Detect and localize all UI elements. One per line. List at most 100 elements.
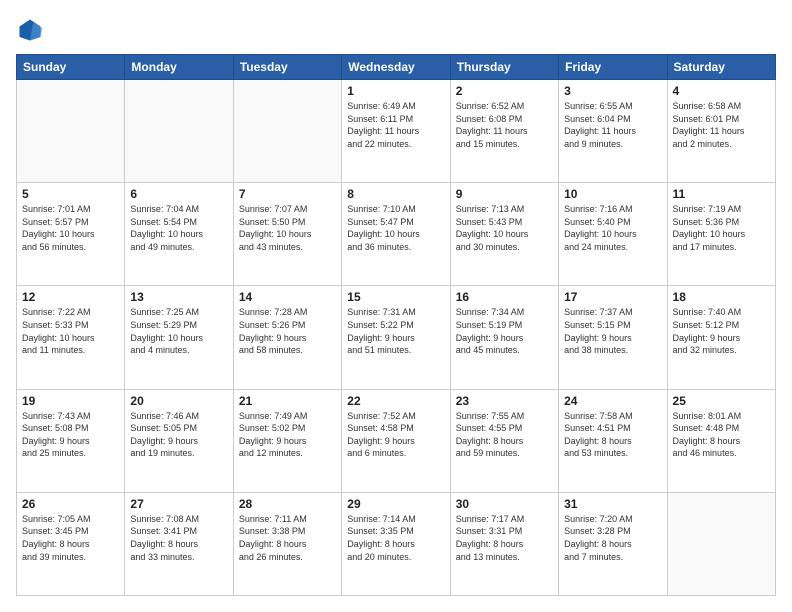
day-number: 24 [564,394,661,408]
day-info: Sunrise: 7:37 AM Sunset: 5:15 PM Dayligh… [564,306,661,356]
weekday-header-monday: Monday [125,55,233,80]
day-number: 28 [239,497,336,511]
week-row-5: 26 Sunrise: 7:05 AM Sunset: 3:45 PM Dayli… [17,492,776,595]
day-number: 5 [22,187,119,201]
weekday-header-wednesday: Wednesday [342,55,450,80]
calendar-cell: 3 Sunrise: 6:55 AM Sunset: 6:04 PM Daylig… [559,80,667,183]
logo [16,16,48,44]
day-info: Sunrise: 7:04 AM Sunset: 5:54 PM Dayligh… [130,203,227,253]
day-number: 7 [239,187,336,201]
day-number: 27 [130,497,227,511]
day-number: 20 [130,394,227,408]
calendar-cell: 10 Sunrise: 7:16 AM Sunset: 5:40 PM Dayli… [559,183,667,286]
weekday-header-row: SundayMondayTuesdayWednesdayThursdayFrid… [17,55,776,80]
day-number: 25 [673,394,770,408]
day-number: 12 [22,290,119,304]
calendar-table: SundayMondayTuesdayWednesdayThursdayFrid… [16,54,776,596]
day-info: Sunrise: 7:40 AM Sunset: 5:12 PM Dayligh… [673,306,770,356]
week-row-2: 5 Sunrise: 7:01 AM Sunset: 5:57 PM Daylig… [17,183,776,286]
day-number: 6 [130,187,227,201]
day-info: Sunrise: 7:17 AM Sunset: 3:31 PM Dayligh… [456,513,553,563]
calendar-cell: 31 Sunrise: 7:20 AM Sunset: 3:28 PM Dayli… [559,492,667,595]
day-number: 29 [347,497,444,511]
calendar-cell [233,80,341,183]
day-info: Sunrise: 7:46 AM Sunset: 5:05 PM Dayligh… [130,410,227,460]
day-info: Sunrise: 7:16 AM Sunset: 5:40 PM Dayligh… [564,203,661,253]
calendar-cell: 5 Sunrise: 7:01 AM Sunset: 5:57 PM Daylig… [17,183,125,286]
day-info: Sunrise: 7:22 AM Sunset: 5:33 PM Dayligh… [22,306,119,356]
calendar-cell: 25 Sunrise: 8:01 AM Sunset: 4:48 PM Dayli… [667,389,775,492]
page: SundayMondayTuesdayWednesdayThursdayFrid… [0,0,792,612]
calendar-cell: 8Sunrise: 7:10 AM Sunset: 5:47 PM Daylig… [342,183,450,286]
day-info: Sunrise: 7:05 AM Sunset: 3:45 PM Dayligh… [22,513,119,563]
day-number: 22 [347,394,444,408]
weekday-header-tuesday: Tuesday [233,55,341,80]
day-info: Sunrise: 7:13 AM Sunset: 5:43 PM Dayligh… [456,203,553,253]
week-row-4: 19Sunrise: 7:43 AM Sunset: 5:08 PM Dayli… [17,389,776,492]
calendar-cell: 4 Sunrise: 6:58 AM Sunset: 6:01 PM Daylig… [667,80,775,183]
calendar-cell: 9Sunrise: 7:13 AM Sunset: 5:43 PM Daylig… [450,183,558,286]
day-number: 30 [456,497,553,511]
calendar-cell [17,80,125,183]
day-number: 26 [22,497,119,511]
day-info: Sunrise: 6:49 AM Sunset: 6:11 PM Dayligh… [347,100,444,150]
day-number: 23 [456,394,553,408]
day-number: 2 [456,84,553,98]
day-number: 13 [130,290,227,304]
day-info: Sunrise: 7:20 AM Sunset: 3:28 PM Dayligh… [564,513,661,563]
calendar-cell: 22 Sunrise: 7:52 AM Sunset: 4:58 PM Dayli… [342,389,450,492]
calendar-cell: 21Sunrise: 7:49 AM Sunset: 5:02 PM Dayli… [233,389,341,492]
calendar-cell [667,492,775,595]
calendar-cell: 18 Sunrise: 7:40 AM Sunset: 5:12 PM Dayli… [667,286,775,389]
weekday-header-friday: Friday [559,55,667,80]
calendar-cell: 2 Sunrise: 6:52 AM Sunset: 6:08 PM Daylig… [450,80,558,183]
day-number: 3 [564,84,661,98]
day-info: Sunrise: 7:34 AM Sunset: 5:19 PM Dayligh… [456,306,553,356]
calendar-cell: 1 Sunrise: 6:49 AM Sunset: 6:11 PM Daylig… [342,80,450,183]
day-info: Sunrise: 7:14 AM Sunset: 3:35 PM Dayligh… [347,513,444,563]
calendar-cell: 19Sunrise: 7:43 AM Sunset: 5:08 PM Dayli… [17,389,125,492]
day-number: 15 [347,290,444,304]
weekday-header-thursday: Thursday [450,55,558,80]
day-number: 4 [673,84,770,98]
day-number: 19 [22,394,119,408]
day-info: Sunrise: 8:01 AM Sunset: 4:48 PM Dayligh… [673,410,770,460]
day-number: 17 [564,290,661,304]
day-info: Sunrise: 7:08 AM Sunset: 3:41 PM Dayligh… [130,513,227,563]
day-info: Sunrise: 7:52 AM Sunset: 4:58 PM Dayligh… [347,410,444,460]
calendar-cell: 28 Sunrise: 7:11 AM Sunset: 3:38 PM Dayli… [233,492,341,595]
day-info: Sunrise: 7:28 AM Sunset: 5:26 PM Dayligh… [239,306,336,356]
day-info: Sunrise: 7:25 AM Sunset: 5:29 PM Dayligh… [130,306,227,356]
calendar-cell: 26 Sunrise: 7:05 AM Sunset: 3:45 PM Dayli… [17,492,125,595]
day-number: 31 [564,497,661,511]
day-number: 16 [456,290,553,304]
day-number: 11 [673,187,770,201]
calendar-cell: 17 Sunrise: 7:37 AM Sunset: 5:15 PM Dayli… [559,286,667,389]
calendar-cell: 20 Sunrise: 7:46 AM Sunset: 5:05 PM Dayli… [125,389,233,492]
day-info: Sunrise: 6:52 AM Sunset: 6:08 PM Dayligh… [456,100,553,150]
week-row-3: 12 Sunrise: 7:22 AM Sunset: 5:33 PM Dayli… [17,286,776,389]
day-info: Sunrise: 7:31 AM Sunset: 5:22 PM Dayligh… [347,306,444,356]
week-row-1: 1 Sunrise: 6:49 AM Sunset: 6:11 PM Daylig… [17,80,776,183]
day-info: Sunrise: 6:58 AM Sunset: 6:01 PM Dayligh… [673,100,770,150]
day-info: Sunrise: 7:11 AM Sunset: 3:38 PM Dayligh… [239,513,336,563]
day-info: Sunrise: 6:55 AM Sunset: 6:04 PM Dayligh… [564,100,661,150]
day-number: 8 [347,187,444,201]
calendar-cell: 27 Sunrise: 7:08 AM Sunset: 3:41 PM Dayli… [125,492,233,595]
day-info: Sunrise: 7:07 AM Sunset: 5:50 PM Dayligh… [239,203,336,253]
day-info: Sunrise: 7:49 AM Sunset: 5:02 PM Dayligh… [239,410,336,460]
calendar-cell: 6 Sunrise: 7:04 AM Sunset: 5:54 PM Daylig… [125,183,233,286]
day-number: 18 [673,290,770,304]
day-number: 10 [564,187,661,201]
logo-icon [16,16,44,44]
header [16,16,776,44]
day-number: 1 [347,84,444,98]
day-info: Sunrise: 7:01 AM Sunset: 5:57 PM Dayligh… [22,203,119,253]
day-info: Sunrise: 7:58 AM Sunset: 4:51 PM Dayligh… [564,410,661,460]
calendar-cell: 11Sunrise: 7:19 AM Sunset: 5:36 PM Dayli… [667,183,775,286]
calendar-cell: 14Sunrise: 7:28 AM Sunset: 5:26 PM Dayli… [233,286,341,389]
calendar-cell: 24 Sunrise: 7:58 AM Sunset: 4:51 PM Dayli… [559,389,667,492]
calendar-cell [125,80,233,183]
calendar-cell: 16 Sunrise: 7:34 AM Sunset: 5:19 PM Dayli… [450,286,558,389]
calendar-cell: 30 Sunrise: 7:17 AM Sunset: 3:31 PM Dayli… [450,492,558,595]
